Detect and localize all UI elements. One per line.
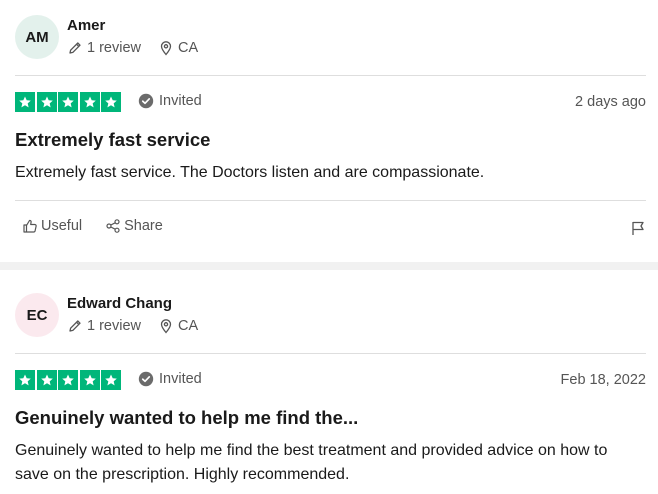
avatar[interactable]: EC xyxy=(15,293,59,337)
reviewer-name[interactable]: Edward Chang xyxy=(67,295,172,312)
review-body: Extremely fast service. The Doctors list… xyxy=(15,164,485,181)
star-icon xyxy=(36,370,57,390)
divider xyxy=(15,200,646,201)
review-title[interactable]: Extremely fast service xyxy=(15,129,210,151)
review-card: EC Edward Chang 1 review CA Invited Feb … xyxy=(0,270,658,494)
invited-badge[interactable]: Invited xyxy=(138,93,202,109)
reviewer-name[interactable]: Amer xyxy=(67,17,105,34)
star-icon xyxy=(101,370,121,390)
avatar[interactable]: AM xyxy=(15,15,59,59)
useful-label: Useful xyxy=(41,218,83,234)
star-icon xyxy=(15,370,35,390)
star-icon xyxy=(101,92,121,112)
reviewer-meta: 1 review CA xyxy=(67,318,198,334)
star-rating xyxy=(15,92,123,112)
star-icon xyxy=(15,92,35,112)
share-label: Share xyxy=(124,218,163,234)
report-flag-button[interactable] xyxy=(630,220,646,236)
check-badge-icon xyxy=(138,371,154,387)
review-date: 2 days ago xyxy=(575,94,646,110)
review-actions: Useful Share xyxy=(22,218,163,234)
share-button[interactable]: Share xyxy=(105,218,163,234)
star-icon xyxy=(58,370,78,390)
card-separator xyxy=(0,262,658,270)
review-title[interactable]: Genuinely wanted to help me find the... xyxy=(15,407,358,429)
review-body: Genuinely wanted to help me find the bes… xyxy=(15,442,608,483)
divider xyxy=(15,75,646,76)
invited-label: Invited xyxy=(159,93,202,109)
invited-badge[interactable]: Invited xyxy=(138,371,202,387)
flag-icon xyxy=(630,220,646,236)
thumbs-up-icon xyxy=(22,218,38,234)
check-badge-icon xyxy=(138,93,154,109)
reviewer-country: CA xyxy=(178,40,199,56)
pencil-icon xyxy=(67,40,83,56)
useful-button[interactable]: Useful xyxy=(22,218,82,234)
pencil-icon xyxy=(67,318,83,334)
reviewer-meta: 1 review CA xyxy=(67,40,198,56)
star-icon xyxy=(58,92,78,112)
review-card: AM Amer 1 review CA Invited 2 days ago E… xyxy=(0,0,658,262)
location-pin-icon xyxy=(158,318,174,334)
star-rating xyxy=(15,370,123,390)
review-count: 1 review xyxy=(87,318,141,334)
star-icon xyxy=(79,92,100,112)
invited-label: Invited xyxy=(159,371,202,387)
review-date: Feb 18, 2022 xyxy=(560,372,646,388)
star-icon xyxy=(79,370,100,390)
reviewer-country: CA xyxy=(178,318,199,334)
divider xyxy=(15,353,646,354)
share-icon xyxy=(105,218,121,234)
location-pin-icon xyxy=(158,40,174,56)
star-icon xyxy=(36,92,57,112)
review-count: 1 review xyxy=(87,40,141,56)
